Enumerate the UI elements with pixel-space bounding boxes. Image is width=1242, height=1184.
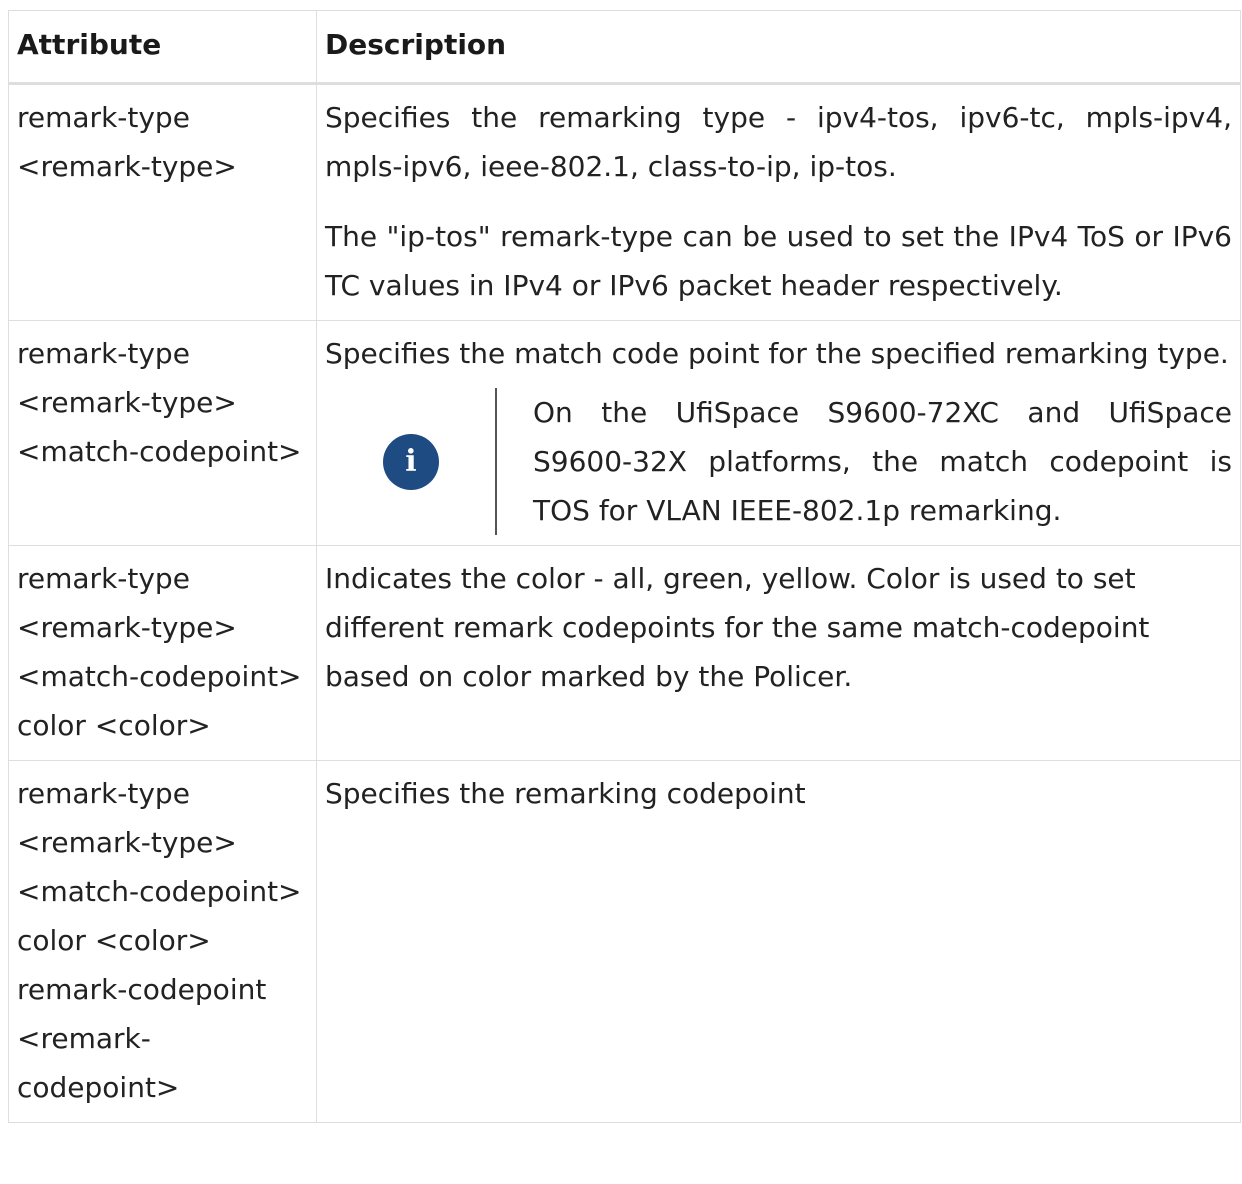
attribute-cell: remark-type <remark-type> <match-codepoi… — [8, 760, 317, 1123]
attribute-cell: remark-type <remark-type> <match-codepoi… — [8, 320, 317, 546]
attribute-cell: remark-type <remark-type> <match-codepoi… — [8, 545, 317, 761]
table-row: remark-type <remark-type> <match-codepoi… — [8, 760, 1241, 1123]
table-row: remark-type <remark-type> <match-codepoi… — [8, 545, 1241, 761]
description-cell: Specifies the remarking codepoint — [316, 760, 1241, 1123]
description-paragraph: Specifies the remarking codepoint — [325, 777, 806, 810]
info-icon: i — [383, 433, 439, 490]
attribute-cell: remark-type <remark-type> — [8, 83, 317, 321]
header-description: Description — [316, 10, 1241, 85]
table-row: remark-type <remark-type> Specifies the … — [8, 83, 1241, 321]
description-cell: Indicates the color - all, green, yellow… — [316, 545, 1241, 761]
description-paragraph: Indicates the color - all, green, yellow… — [325, 562, 1150, 693]
header-attribute: Attribute — [8, 10, 317, 85]
table-row: remark-type <remark-type> <match-codepoi… — [8, 320, 1241, 546]
description-paragraph: Specifies the match code point for the s… — [325, 337, 1229, 370]
description-cell: Specifies the remarking type - ipv4-tos,… — [316, 83, 1241, 321]
attribute-table: Attribute Description remark-type <remar… — [8, 10, 1241, 1123]
note-text: On the UfiSpace S9600-72XC and UfiSpace … — [495, 388, 1232, 535]
description-cell: Specifies the match code point for the s… — [316, 320, 1241, 546]
info-note: i On the UfiSpace S9600-72XC and UfiSpac… — [325, 388, 1232, 535]
description-paragraph: Specifies the remarking type - ipv4-tos,… — [325, 101, 1232, 183]
description-paragraph: The "ip-tos" remark-type can be used to … — [325, 220, 1232, 302]
table-header-row: Attribute Description — [8, 10, 1241, 85]
